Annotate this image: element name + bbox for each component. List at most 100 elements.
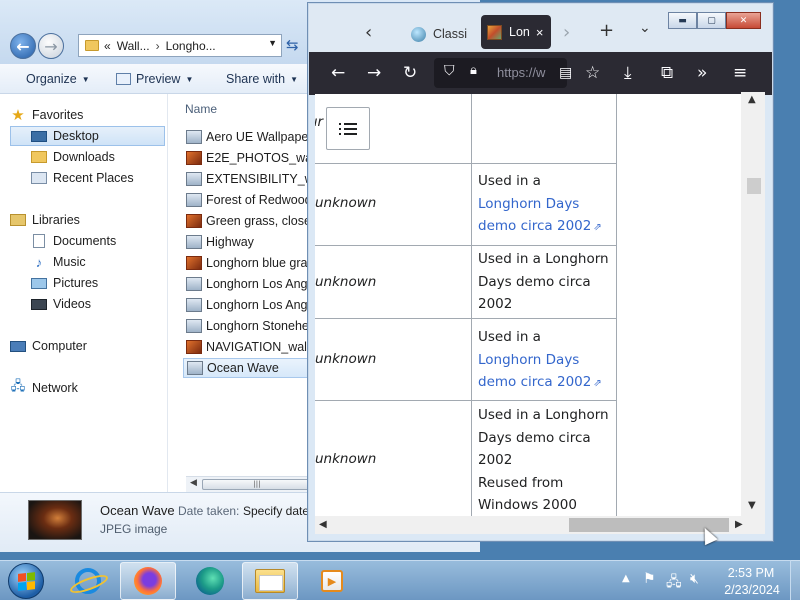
- address-dropdown-icon[interactable]: ▼: [268, 38, 277, 48]
- back-arrow-icon[interactable]: ←: [331, 63, 345, 83]
- minimize-button[interactable]: ▬: [668, 12, 697, 29]
- clock-date[interactable]: 2/23/2024: [716, 583, 788, 597]
- share-with-button[interactable]: Share with ▼: [226, 72, 298, 86]
- nav-recent-places[interactable]: Recent Places: [31, 168, 134, 188]
- table-row-divider: [315, 245, 616, 246]
- scrollbar-thumb[interactable]: |||: [202, 479, 312, 490]
- page-horizontal-scrollbar[interactable]: ◀ ▶: [315, 516, 765, 534]
- address-chevrons[interactable]: «: [104, 39, 111, 53]
- organize-button[interactable]: Organize ▼: [26, 72, 90, 86]
- file-item[interactable]: Forest of Redwood: [183, 190, 313, 210]
- reload-icon[interactable]: ↻: [403, 63, 417, 83]
- tab-close-icon[interactable]: ×: [536, 25, 544, 40]
- file-item[interactable]: Longhorn Los Ange: [183, 295, 313, 315]
- url-bar[interactable]: ⛉ 🔒︎ https://w: [434, 58, 567, 88]
- nav-network[interactable]: 🖧 Network: [10, 378, 78, 398]
- close-button[interactable]: ✕: [726, 12, 761, 29]
- list-icon: [339, 122, 357, 136]
- nav-downloads-label: Downloads: [53, 150, 115, 164]
- scroll-up-icon[interactable]: ▲: [748, 94, 756, 105]
- page-vertical-scrollbar[interactable]: ▲ ▼: [741, 92, 765, 516]
- tab-scroll-left-icon[interactable]: ‹: [365, 22, 372, 43]
- nav-computer[interactable]: Computer: [10, 336, 87, 356]
- nav-videos[interactable]: Videos: [31, 294, 91, 314]
- tab-classic[interactable]: Classi: [411, 16, 473, 52]
- file-item[interactable]: NAVIGATION_wallp: [183, 337, 313, 357]
- file-item[interactable]: Longhorn Los Ange: [183, 274, 313, 294]
- address-segment-wallpapers[interactable]: Wall...: [117, 39, 150, 53]
- bookmark-star-icon[interactable]: ☆: [585, 63, 600, 83]
- file-item[interactable]: Longhorn Stonehe: [183, 316, 313, 336]
- longhorn-days-link[interactable]: Longhorn Days: [478, 196, 579, 212]
- taskbar-windows-explorer[interactable]: [242, 562, 298, 600]
- lock-icon[interactable]: 🔒︎: [470, 63, 477, 78]
- new-tab-icon[interactable]: +: [599, 20, 614, 41]
- longhorn-days-link[interactable]: Longhorn Days: [478, 352, 579, 368]
- forward-button[interactable]: →: [38, 33, 64, 59]
- nav-pictures[interactable]: Pictures: [31, 273, 98, 293]
- clock-time[interactable]: 2:53 PM: [722, 566, 780, 580]
- column-header-name[interactable]: Name: [185, 102, 217, 116]
- external-link-icon: ⇗: [593, 222, 602, 233]
- nav-libraries[interactable]: Libraries: [10, 210, 80, 230]
- nav-favorites[interactable]: ★ Favorites: [10, 105, 83, 125]
- file-item[interactable]: Longhorn blue gras: [183, 253, 313, 273]
- url-text[interactable]: https://w: [497, 65, 545, 80]
- file-item[interactable]: Highway: [183, 232, 313, 252]
- taskbar-firefox[interactable]: [120, 562, 176, 600]
- tab-scroll-right-icon[interactable]: ›: [563, 22, 570, 43]
- extensions-icon[interactable]: ⧉: [661, 63, 673, 83]
- back-button[interactable]: ←: [10, 33, 36, 59]
- tab-active[interactable]: Lon ×: [481, 15, 551, 49]
- scroll-down-icon[interactable]: ▼: [748, 500, 756, 511]
- file-name: Longhorn Stonehe: [206, 319, 309, 333]
- action-center-flag-icon[interactable]: ⚑: [643, 571, 656, 587]
- start-button[interactable]: [8, 563, 44, 599]
- file-item[interactable]: EXTENSIBILITY_wal: [183, 169, 313, 189]
- file-name: E2E_PHOTOS_wallp: [206, 151, 313, 165]
- nav-downloads[interactable]: Downloads: [31, 147, 115, 167]
- nav-documents[interactable]: Documents: [31, 231, 116, 251]
- image-file-icon: [186, 193, 202, 207]
- file-item-selected[interactable]: Ocean Wave: [183, 358, 313, 378]
- table-cell-description: Used in a Longhorn Days demo circa 2002 ⇗: [478, 170, 618, 240]
- tracking-protection-shield-icon[interactable]: ⛉: [444, 63, 455, 79]
- address-bar[interactable]: « Wall... › Longho... ▼: [78, 34, 282, 57]
- show-desktop-button[interactable]: [790, 560, 800, 600]
- file-name: Green grass, close-: [206, 214, 313, 228]
- table-of-contents-button[interactable]: [326, 107, 370, 150]
- taskbar-media-player[interactable]: ▶: [304, 562, 360, 600]
- address-segment-longhorn[interactable]: Longho...: [166, 39, 216, 53]
- network-icon[interactable]: 🖧: [666, 571, 682, 595]
- longhorn-days-link[interactable]: demo circa 2002: [478, 218, 591, 234]
- overflow-menu-icon[interactable]: »: [697, 63, 707, 83]
- scroll-right-icon[interactable]: ▶: [735, 519, 743, 530]
- scrollbar-thumb[interactable]: [747, 178, 761, 194]
- file-list-horizontal-scrollbar[interactable]: ◀ |||: [186, 476, 312, 492]
- table-cell-author: unknown: [315, 195, 377, 211]
- nav-music[interactable]: ♪ Music: [31, 252, 86, 272]
- table-row-divider: [315, 163, 616, 164]
- scroll-left-icon[interactable]: ◀: [319, 519, 327, 530]
- downloads-icon[interactable]: ⤓: [624, 63, 632, 83]
- file-item[interactable]: E2E_PHOTOS_wallp: [183, 148, 313, 168]
- hamburger-menu-icon[interactable]: ≡: [733, 63, 747, 83]
- nav-desktop[interactable]: Desktop: [10, 126, 165, 146]
- file-name: Aero UE Wallpaper: [206, 130, 313, 144]
- refresh-icon[interactable]: ⇆: [286, 36, 299, 54]
- details-date-value[interactable]: Specify date: [243, 504, 309, 518]
- taskbar-internet-explorer[interactable]: [60, 562, 116, 600]
- forward-arrow-icon[interactable]: →: [367, 63, 381, 83]
- show-hidden-icons-icon[interactable]: ▲: [622, 573, 630, 584]
- taskbar-edge[interactable]: [182, 562, 238, 600]
- maximize-button[interactable]: ▢: [697, 12, 726, 29]
- file-item[interactable]: Aero UE Wallpaper: [183, 127, 313, 147]
- file-item[interactable]: Green grass, close-: [183, 211, 313, 231]
- preview-button[interactable]: Preview ▼: [116, 72, 193, 86]
- scroll-left-icon[interactable]: ◀: [190, 478, 197, 488]
- internet-explorer-icon: [75, 568, 101, 594]
- reader-view-icon[interactable]: ▤: [559, 65, 572, 81]
- longhorn-days-link[interactable]: demo circa 2002: [478, 374, 591, 390]
- volume-muted-icon[interactable]: 🔇︎: [690, 571, 699, 587]
- list-tabs-icon[interactable]: ⌄: [639, 20, 651, 36]
